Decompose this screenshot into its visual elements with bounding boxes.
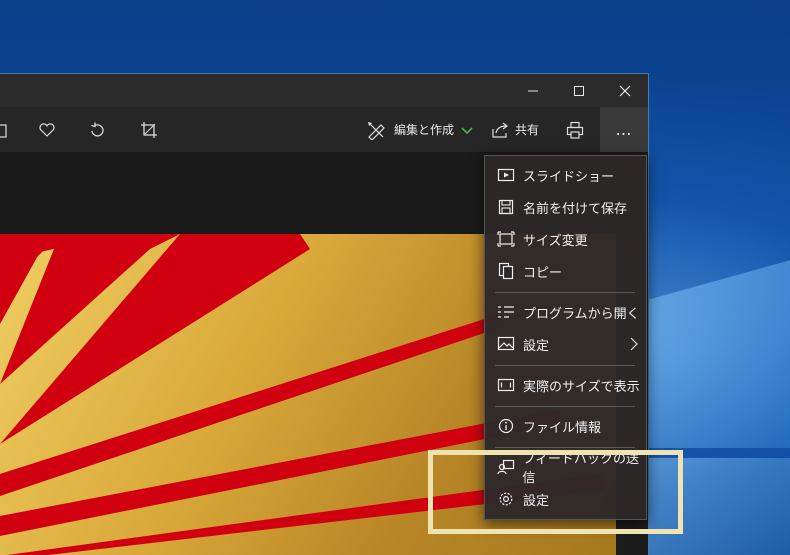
delete-button[interactable]: [0, 107, 8, 152]
delete-icon: [0, 123, 7, 138]
menu-item-actual-size[interactable]: 実際のサイズで表示: [485, 370, 648, 400]
print-button[interactable]: [566, 107, 584, 152]
close-icon: [619, 85, 631, 96]
open-with-icon: [495, 301, 517, 323]
print-icon: [566, 121, 584, 139]
menu-item-label: スライドショー: [523, 169, 615, 185]
favorite-button[interactable]: [38, 107, 56, 152]
edit-create-icon: [368, 121, 385, 140]
menu-item-label: 実際のサイズで表示: [523, 379, 640, 395]
share-button[interactable]: 共有: [491, 107, 539, 152]
slideshow-icon: [495, 164, 517, 186]
menu-item-resize[interactable]: サイズ変更: [485, 224, 648, 254]
menu-item-label: 設定: [523, 338, 550, 354]
close-button[interactable]: [602, 74, 648, 107]
menu-item-set-as[interactable]: 設定: [485, 329, 648, 359]
title-bar: [0, 74, 648, 107]
menu-item-file-info[interactable]: ファイル情報: [485, 411, 648, 441]
maximize-icon: [574, 85, 584, 96]
share-icon: [492, 122, 508, 138]
resize-icon: [495, 228, 517, 250]
menu-item-open-with[interactable]: プログラムから開く: [485, 297, 648, 327]
crop-button[interactable]: [140, 107, 158, 152]
menu-item-slideshow[interactable]: スライドショー: [485, 160, 648, 190]
more-options-button[interactable]: …: [600, 107, 648, 152]
minimize-button[interactable]: [510, 74, 556, 107]
save-icon: [495, 196, 517, 218]
toolbar: 編集と作成 共有: [0, 107, 648, 152]
highlight-annotation-box: [428, 450, 683, 534]
menu-item-label: コピー: [523, 265, 563, 281]
chevron-right-icon: [630, 337, 638, 351]
menu-item-label: プログラムから開く: [523, 306, 640, 322]
menu-item-label: ファイル情報: [523, 420, 602, 436]
chevron-down-icon: [461, 126, 473, 134]
copy-icon: [495, 260, 517, 282]
menu-separator: [495, 292, 635, 293]
menu-item-save-as[interactable]: 名前を付けて保存: [485, 192, 648, 222]
menu-separator: [495, 365, 635, 366]
actual-size-icon: [495, 374, 517, 396]
menu-item-label: サイズ変更: [523, 233, 588, 249]
share-label: 共有: [515, 123, 540, 137]
info-icon: [495, 415, 517, 437]
menu-item-copy[interactable]: コピー: [485, 256, 648, 286]
rotate-icon: [91, 122, 104, 137]
more-options-label: …: [615, 120, 633, 139]
picture-settings-icon: [495, 333, 517, 355]
maximize-button[interactable]: [556, 74, 602, 107]
windows-logo-pane-top: [648, 258, 790, 448]
edit-create-label: 編集と作成: [394, 123, 455, 137]
crop-icon: [141, 121, 157, 138]
menu-separator: [495, 406, 635, 407]
edit-create-button[interactable]: 編集と作成: [366, 107, 474, 152]
minimize-icon: [528, 90, 538, 91]
rotate-button[interactable]: [88, 107, 106, 152]
menu-item-label: 名前を付けて保存: [523, 201, 628, 217]
heart-icon: [39, 122, 55, 137]
